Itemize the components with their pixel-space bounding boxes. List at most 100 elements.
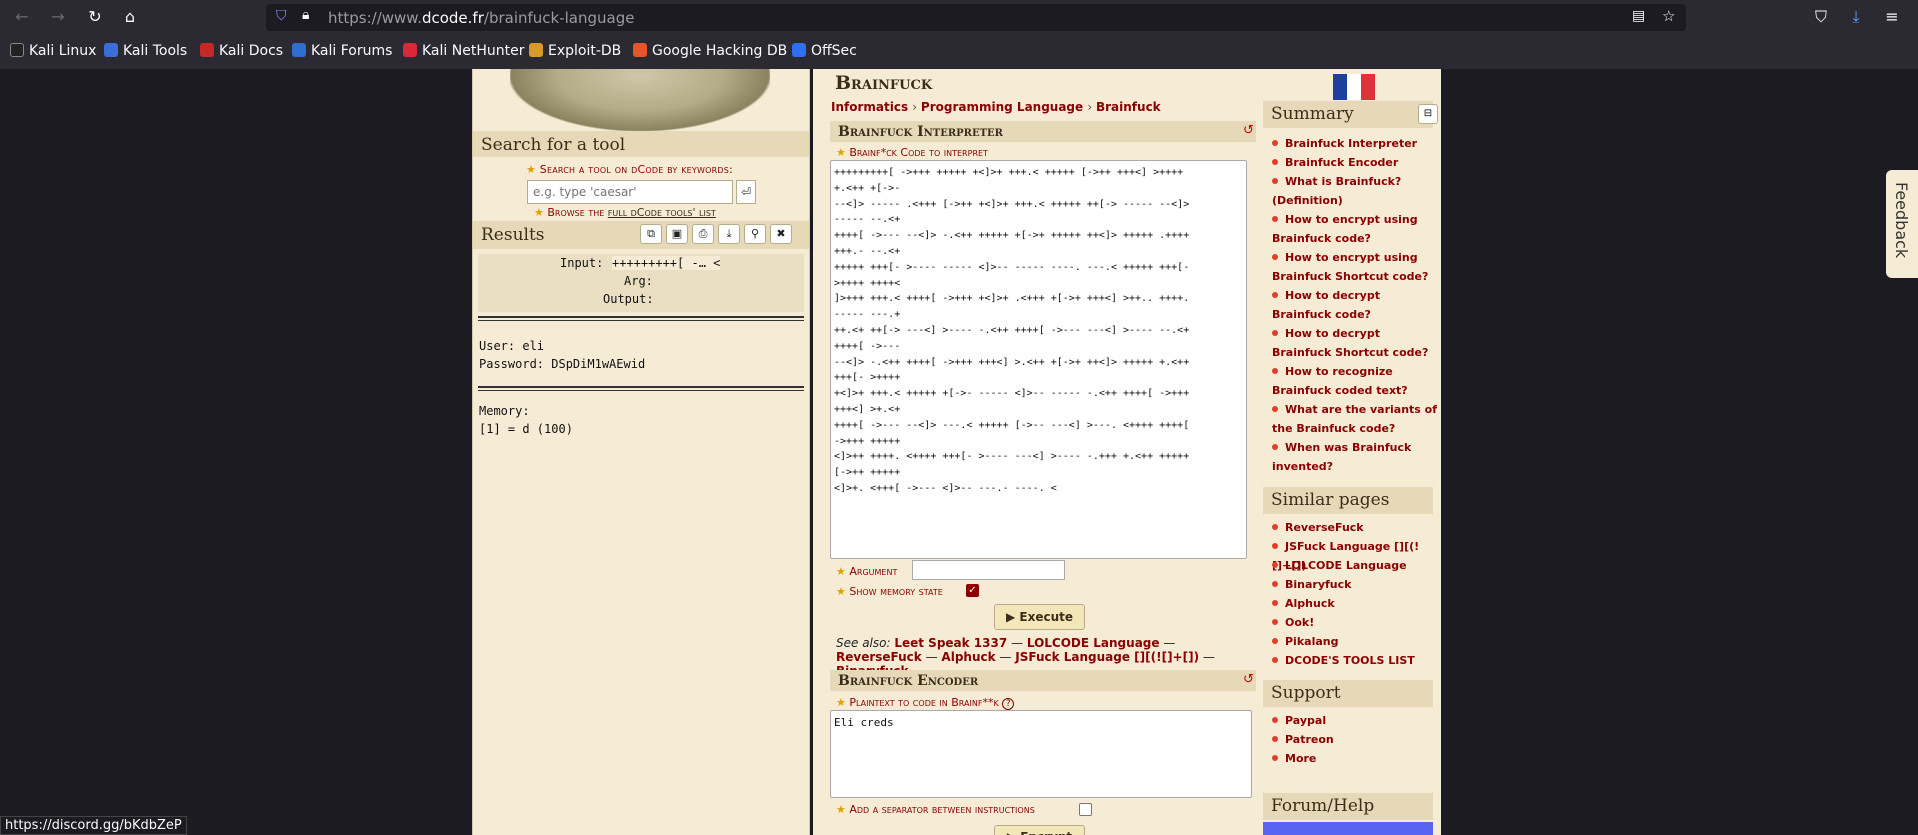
code-line: +.<++ +[->-	[834, 182, 901, 194]
sidebar-link[interactable]: How to decrypt Brainfuck Shortcut code?	[1272, 324, 1437, 362]
bookmark-google-hacking-db[interactable]: Google Hacking DB	[633, 43, 787, 59]
search-enter-icon[interactable]: ⏎	[736, 180, 756, 204]
discord-banner[interactable]	[1263, 822, 1433, 835]
reader-view-icon[interactable]: ▤	[1632, 8, 1645, 24]
see-also-link[interactable]: LOLCODE Language	[1027, 636, 1160, 650]
bullet-icon	[1272, 562, 1278, 568]
star-icon: ★	[836, 585, 846, 598]
reload-icon[interactable]: ↻	[83, 6, 107, 28]
output-label: Output:	[603, 292, 654, 306]
sidebar-link[interactable]: Ook!	[1272, 613, 1437, 632]
bookmark-exploit-db[interactable]: Exploit-DB	[529, 43, 621, 59]
bookmark-kali-forums[interactable]: Kali Forums	[292, 43, 392, 59]
sidebar-link[interactable]: Paypal	[1272, 711, 1437, 730]
search-input[interactable]	[527, 180, 733, 204]
star-icon: ★	[836, 696, 846, 709]
bookmark-star-icon[interactable]: ☆	[1662, 7, 1675, 25]
sidebar-link[interactable]: When was Brainfuck invented?	[1272, 438, 1437, 476]
code-line: --<]> -.<++ ++++[ ->+++ +++<] >.<++ +[->…	[834, 356, 1190, 368]
argument-input[interactable]	[912, 560, 1065, 580]
sidebar-link[interactable]: How to recognize Brainfuck coded text?	[1272, 362, 1437, 400]
sidebar-link[interactable]: Brainfuck Encoder	[1272, 153, 1437, 172]
execute-button[interactable]: ▶ Execute	[994, 604, 1085, 630]
browser-chrome: ← → ↻ ⌂ ⛉ 🔒︎ https://www.dcode.fr/brainf…	[0, 0, 1918, 69]
collapse-icon[interactable]: ⊟	[1418, 104, 1438, 124]
bookmark-kali-nethunter[interactable]: Kali NetHunter	[403, 43, 524, 59]
menu-icon[interactable]: ≡	[1880, 6, 1904, 28]
bullet-icon	[1272, 159, 1278, 165]
brainfuck-code-textarea[interactable]: +++++++++[ ->+++ +++++ +<]>+ +++.< +++++…	[830, 160, 1247, 559]
browse-tools-link[interactable]: ★ Browse the full dCode tools' list	[534, 206, 716, 219]
sidebar-link[interactable]: Brainfuck Interpreter	[1272, 134, 1437, 153]
bookmark-offsec[interactable]: OffSec	[792, 43, 857, 59]
url-bar[interactable]: ⛉ 🔒︎ https://www.dcode.fr/brainfuck-lang…	[266, 4, 1686, 31]
bookmark-kali-docs[interactable]: Kali Docs	[200, 43, 283, 59]
status-bar-url: https://discord.gg/bKdbZeP	[0, 816, 187, 835]
code-line: ----- ---.+	[834, 309, 901, 321]
reset-icon[interactable]: ↺	[1243, 672, 1254, 687]
close-icon[interactable]: ✖	[770, 224, 792, 244]
download-icon[interactable]: ⤓	[718, 224, 740, 244]
bullet-icon	[1272, 619, 1278, 625]
copy-icon[interactable]: ⧉	[640, 224, 662, 244]
see-also-link[interactable]: JSFuck Language [][(![]+[])	[1015, 650, 1199, 664]
plaintext-textarea[interactable]: Eli creds	[830, 710, 1252, 798]
sidebar-link[interactable]: Alphuck	[1272, 594, 1437, 613]
breadcrumb-brainfuck[interactable]: Brainfuck	[1096, 100, 1161, 114]
sidebar-link[interactable]: More	[1272, 749, 1437, 768]
sidebar-link[interactable]: What is Brainfuck? (Definition)	[1272, 172, 1437, 210]
sidebar-link[interactable]: How to encrypt using Brainfuck code?	[1272, 210, 1437, 248]
separator-label: ★ Add a separator between instructions	[836, 803, 1035, 816]
sidebar-link[interactable]: LOLCODE Language	[1272, 556, 1437, 575]
sidebar-link[interactable]: Patreon	[1272, 730, 1437, 749]
encoder-title: Brainfuck Encoder	[830, 670, 1256, 691]
french-flag-icon[interactable]	[1333, 74, 1375, 100]
dcode-logo-image[interactable]	[510, 69, 770, 131]
shield-icon[interactable]: ⛉	[276, 8, 287, 24]
sidebar-link[interactable]: How to encrypt using Brainfuck Shortcut …	[1272, 248, 1437, 286]
screenshot-icon[interactable]: ▣	[666, 224, 688, 244]
lock-icon[interactable]: 🔒︎	[302, 7, 309, 23]
breadcrumb-informatics[interactable]: Informatics	[831, 100, 908, 114]
sidebar-link[interactable]: DCODE'S TOOLS LIST	[1272, 651, 1437, 670]
star-icon: ★	[836, 565, 846, 578]
sidebar-link[interactable]: ReverseFuck	[1272, 518, 1437, 537]
search-section-title: Search for a tool	[473, 131, 809, 157]
pocket-icon[interactable]: ⛉	[1809, 6, 1833, 28]
arg-label: Arg:	[624, 274, 653, 288]
forward-icon[interactable]: →	[46, 6, 70, 28]
see-also-link[interactable]: Leet Speak 1337	[894, 636, 1007, 650]
see-also-link[interactable]: Alphuck	[941, 650, 995, 664]
reset-icon[interactable]: ↺	[1243, 123, 1254, 138]
home-icon[interactable]: ⌂	[118, 6, 142, 28]
argument-label: ★ Argument	[836, 565, 898, 578]
bookmark-kali-linux[interactable]: Kali Linux	[10, 43, 96, 59]
code-line: --<]> ----- .<+++ [->++ +<]>+ +++.< ++++…	[834, 198, 1190, 210]
back-icon[interactable]: ←	[10, 6, 34, 28]
separator-checkbox[interactable]	[1079, 803, 1092, 816]
sidebar-link[interactable]: What are the variants of the Brainfuck c…	[1272, 400, 1437, 438]
sidebar-link[interactable]: Pikalang	[1272, 632, 1437, 651]
breadcrumb-programming-language[interactable]: Programming Language	[921, 100, 1083, 114]
code-line: ++++[ ->--- --<]> ---.< +++++ [->-- ---<…	[834, 419, 1190, 431]
encrypt-button[interactable]: ▶ Encrypt	[994, 825, 1085, 835]
pin-icon[interactable]: ⚲	[744, 224, 766, 244]
bookmark-kali-tools[interactable]: Kali Tools	[104, 43, 187, 59]
show-memory-checkbox[interactable]: ✓	[966, 584, 979, 597]
sidebar-link[interactable]: Binaryfuck	[1272, 575, 1437, 594]
code-line: ++++[ ->---	[834, 340, 901, 352]
help-icon[interactable]: ?	[1002, 698, 1015, 710]
feedback-tab[interactable]: Feedback	[1886, 170, 1918, 278]
code-line: ]>+++ +++.< ++++[ ->+++ +<]>+ .<+++ +[->…	[834, 293, 1190, 305]
bullet-icon	[1272, 755, 1278, 761]
code-line: <]>++ ++++. <++++ +++[- >---- ---<] >---…	[834, 451, 1190, 463]
star-icon: ★	[534, 206, 544, 219]
see-also-link[interactable]: ReverseFuck	[836, 650, 922, 664]
interpreter-title: Brainfuck Interpreter	[830, 121, 1256, 142]
plaintext-label: ★ Plaintext to code in Brainf**k ?	[836, 696, 1015, 710]
downloads-icon[interactable]: ⤓	[1844, 6, 1868, 28]
sidebar-link[interactable]: How to decrypt Brainfuck code?	[1272, 286, 1437, 324]
print-icon[interactable]: ⎙	[692, 224, 714, 244]
code-line: ----- --.<+	[834, 214, 901, 226]
bullet-icon	[1272, 736, 1278, 742]
